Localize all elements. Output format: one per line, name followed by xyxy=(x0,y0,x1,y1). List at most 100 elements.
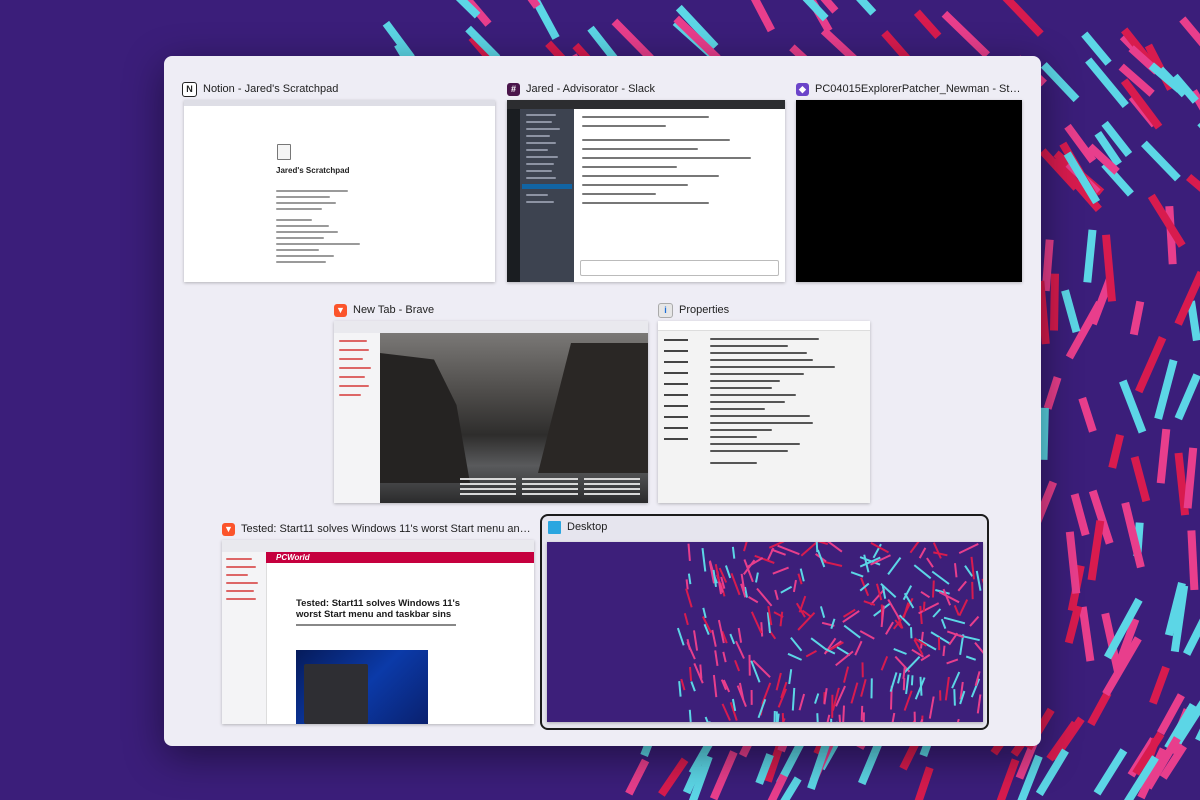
wallpaper-stroke xyxy=(797,612,816,631)
wallpaper-stroke xyxy=(761,682,772,705)
wallpaper-stroke xyxy=(965,655,977,661)
wallpaper-stroke xyxy=(974,641,983,654)
wallpaper-stroke xyxy=(685,579,689,590)
wallpaper-stroke xyxy=(750,611,763,634)
window-thumbnail xyxy=(334,321,648,503)
wallpaper-stroke xyxy=(816,713,819,722)
wallpaper-stroke xyxy=(926,557,934,568)
wallpaper-stroke xyxy=(902,597,914,619)
wallpaper-stroke xyxy=(842,705,845,722)
wallpaper-stroke xyxy=(712,674,718,698)
wallpaper-stroke xyxy=(843,624,861,639)
wallpaper-stroke xyxy=(676,627,685,646)
wallpaper-stroke xyxy=(903,656,921,674)
window-title: New Tab - Brave xyxy=(353,304,435,316)
wallpaper-stroke xyxy=(814,693,820,704)
wallpaper-stroke xyxy=(688,709,692,722)
wallpaper-stroke xyxy=(711,629,717,647)
wallpaper-stroke xyxy=(919,676,923,696)
slack-icon: # xyxy=(507,82,520,96)
wallpaper-stroke xyxy=(737,627,743,643)
wallpaper-stroke xyxy=(910,627,913,639)
wallpaper-stroke xyxy=(714,650,719,667)
wallpaper-stroke xyxy=(1154,359,1178,420)
wallpaper-stroke xyxy=(951,671,961,689)
wallpaper-stroke xyxy=(887,598,901,620)
window-title: PC04015ExplorerPatcher_Newman - Stories … xyxy=(815,83,1021,95)
wallpaper-stroke xyxy=(724,565,732,579)
wallpaper-stroke xyxy=(1078,396,1097,433)
article-headline: Tested: Start11 solves Windows 11's wors… xyxy=(296,598,461,620)
wallpaper-stroke xyxy=(611,18,654,62)
wallpaper-stroke xyxy=(1149,665,1170,705)
wallpaper-stroke xyxy=(680,678,686,691)
wallpaper-stroke xyxy=(625,758,650,796)
wallpaper-stroke xyxy=(930,631,951,645)
wallpaper-stroke xyxy=(787,652,803,661)
brave-icon: ▼ xyxy=(222,522,235,536)
wallpaper-stroke xyxy=(704,716,709,722)
wallpaper-stroke xyxy=(1043,376,1062,410)
wallpaper-stroke xyxy=(859,630,875,640)
message-input xyxy=(580,260,779,276)
window-tile-stories[interactable]: ◆ PC04015ExplorerPatcher_Newman - Storie… xyxy=(796,78,1024,284)
wallpaper-stroke xyxy=(940,618,947,629)
wallpaper-stroke xyxy=(885,621,894,635)
wallpaper-stroke xyxy=(792,579,797,593)
wallpaper-stroke xyxy=(922,601,926,612)
wallpaper-stroke xyxy=(976,694,982,714)
obsidian-icon: ◆ xyxy=(796,82,809,96)
wallpaper-stroke xyxy=(838,714,842,722)
wallpaper-stroke xyxy=(1039,407,1049,460)
wallpaper-stroke xyxy=(913,711,916,722)
wallpaper-stroke xyxy=(743,542,748,552)
wallpaper-stroke xyxy=(1040,62,1080,103)
wallpaper-stroke xyxy=(826,714,831,722)
wallpaper-stroke xyxy=(835,650,854,667)
wallpaper-stroke xyxy=(1065,531,1081,594)
window-tile-notion[interactable]: N Notion - Jared's Scratchpad Jared's Sc… xyxy=(182,78,496,284)
wallpaper-stroke xyxy=(932,580,935,598)
wallpaper-stroke xyxy=(1070,493,1090,537)
brave-icon: ▼ xyxy=(334,303,347,317)
wallpaper-stroke xyxy=(1187,530,1199,591)
wallpaper-stroke xyxy=(1183,447,1198,509)
window-switcher: N Notion - Jared's Scratchpad Jared's Sc… xyxy=(164,56,1041,746)
wallpaper-stroke xyxy=(1064,605,1083,644)
page-emoji-icon xyxy=(277,144,291,160)
wallpaper-stroke xyxy=(774,589,779,600)
wallpaper-stroke xyxy=(750,0,775,33)
desktop-icon xyxy=(548,520,561,534)
wallpaper-stroke xyxy=(527,0,541,9)
wallpaper-stroke xyxy=(788,669,793,685)
wallpaper-stroke xyxy=(709,750,738,800)
wallpaper-stroke xyxy=(830,618,836,630)
window-title: Notion - Jared's Scratchpad xyxy=(203,83,339,95)
window-tile-desktop[interactable]: Desktop xyxy=(540,514,989,730)
wallpaper-stroke xyxy=(810,637,826,650)
window-tile-pcworld[interactable]: ▼ Tested: Start11 solves Windows 11's wo… xyxy=(222,518,536,730)
wallpaper-stroke xyxy=(946,658,959,665)
window-tile-properties[interactable]: i Properties xyxy=(658,299,870,505)
newtab-background-image xyxy=(380,333,648,503)
wallpaper-stroke xyxy=(1036,280,1050,345)
window-tile-brave-newtab[interactable]: ▼ New Tab - Brave xyxy=(334,299,650,505)
wallpaper-stroke xyxy=(819,606,826,618)
wallpaper-stroke xyxy=(767,547,775,561)
wallpaper-stroke xyxy=(1078,606,1095,662)
wallpaper-stroke xyxy=(850,682,859,704)
wallpaper-stroke xyxy=(928,696,935,719)
wallpaper-stroke xyxy=(805,650,817,658)
wallpaper-stroke xyxy=(942,645,946,657)
wallpaper-stroke xyxy=(686,641,696,660)
wallpaper-stroke xyxy=(802,0,829,22)
wallpaper-stroke xyxy=(1147,193,1186,248)
wallpaper-stroke xyxy=(970,678,981,698)
wallpaper-stroke xyxy=(779,611,784,627)
wallpaper-stroke xyxy=(869,588,886,606)
wallpaper-stroke xyxy=(941,10,990,58)
window-tile-slack[interactable]: # Jared - Advisorator - Slack xyxy=(507,78,787,284)
wallpaper-stroke xyxy=(902,678,906,691)
wallpaper-stroke xyxy=(1050,273,1059,331)
wallpaper-stroke xyxy=(909,542,920,554)
